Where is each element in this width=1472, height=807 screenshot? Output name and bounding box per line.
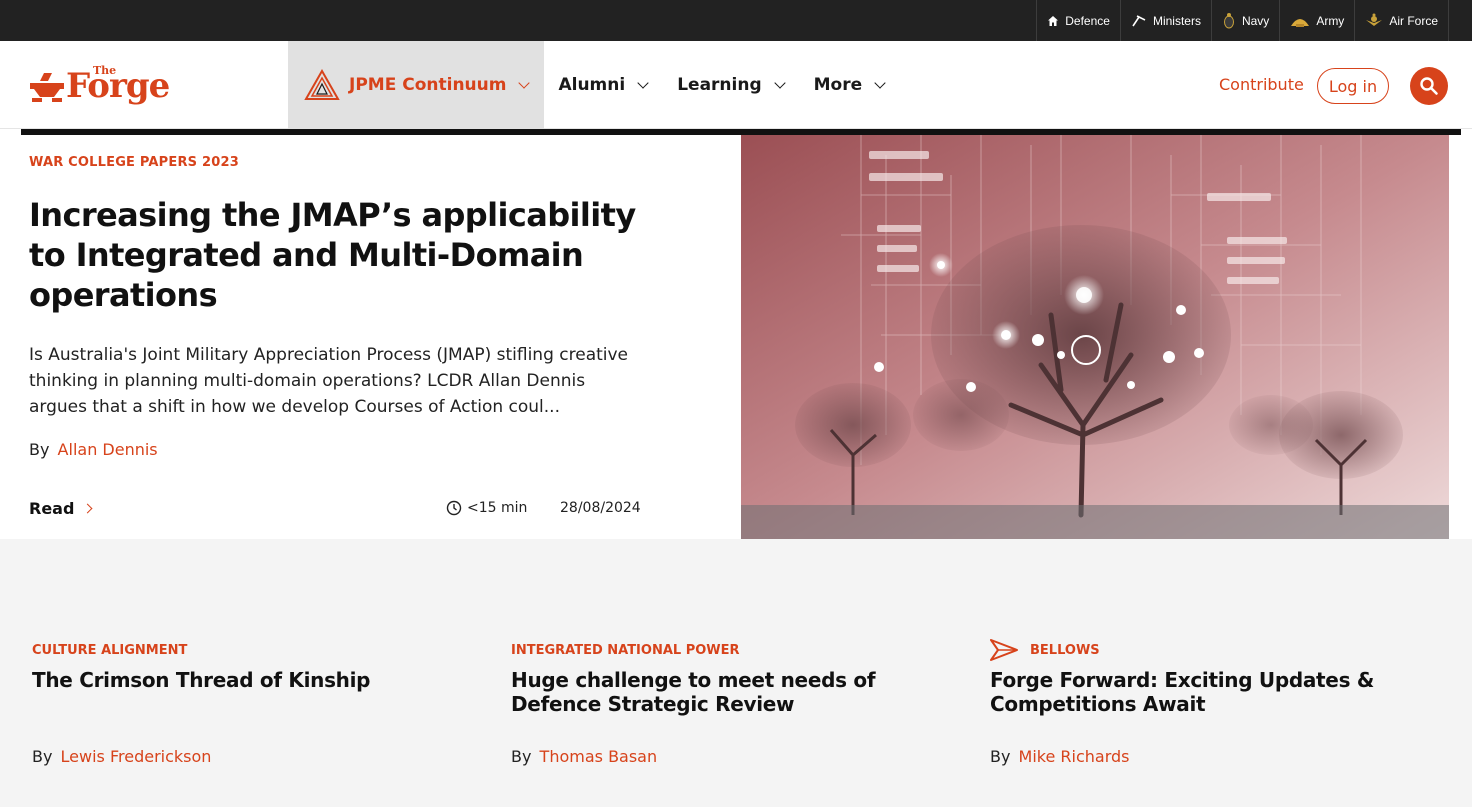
nav-item-jpme-label: JPME Continuum (349, 75, 507, 95)
util-link-army[interactable]: Army (1279, 0, 1354, 41)
utility-links: Defence Ministers Navy Army Air Force (1036, 0, 1449, 41)
util-link-ministers[interactable]: Ministers (1119, 0, 1211, 41)
contribute-link[interactable]: Contribute (1219, 75, 1304, 94)
util-link-army-label: Army (1316, 13, 1345, 28)
card-byline: By Thomas Basan (511, 747, 657, 766)
navy-crest-icon (1223, 12, 1234, 28)
card-byline: By Lewis Frederickson (32, 747, 211, 766)
nav-item-alumni[interactable]: Alumni (544, 41, 663, 129)
feature-author-link[interactable]: Allan Dennis (58, 440, 158, 459)
search-icon (1420, 77, 1438, 95)
chevron-down-icon (874, 77, 886, 89)
card-category[interactable]: CULTURE ALIGNMENT (32, 643, 187, 658)
article-cards-section: CULTURE ALIGNMENT The Crimson Thread of … (0, 539, 1472, 807)
article-card: INTEGRATED NATIONAL POWER Huge challenge… (511, 539, 951, 807)
forge-logo-icon (30, 73, 64, 102)
card-author-link[interactable]: Lewis Frederickson (61, 747, 212, 766)
byline-prefix: By (32, 747, 53, 766)
card-author-link[interactable]: Mike Richards (1019, 747, 1130, 766)
army-badge-icon (1291, 18, 1310, 27)
card-title[interactable]: The Crimson Thread of Kinship (32, 668, 452, 692)
card-title[interactable]: Huge challenge to meet needs of Defence … (511, 668, 931, 716)
nav-item-learning[interactable]: Learning (663, 41, 799, 129)
util-link-navy[interactable]: Navy (1210, 0, 1279, 41)
login-button[interactable]: Log in (1317, 68, 1389, 104)
publish-date: 28/08/2024 (560, 500, 641, 516)
feature-summary: Is Australia's Joint Military Appreciati… (29, 345, 629, 417)
search-button[interactable] (1410, 67, 1448, 105)
util-link-air-force[interactable]: Air Force (1354, 0, 1449, 41)
feature-category[interactable]: WAR COLLEGE PAPERS 2023 (29, 155, 239, 170)
utility-bar: Defence Ministers Navy Army Air Force (0, 0, 1472, 41)
util-link-navy-label: Navy (1241, 13, 1270, 28)
triangle-logo-icon (304, 69, 340, 100)
read-time-value: <15 min (467, 500, 528, 516)
util-link-air-force-label: Air Force (1389, 13, 1438, 28)
the-forge-logo[interactable]: The Forge (30, 64, 180, 110)
article-card: BELLOWS Forge Forward: Exciting Updates … (990, 539, 1430, 807)
clock-icon (446, 500, 462, 516)
card-author-link[interactable]: Thomas Basan (540, 747, 658, 766)
air-force-badge-icon (1366, 13, 1383, 26)
chevron-right-icon (82, 503, 93, 514)
nav-item-more-label: More (813, 75, 863, 95)
home-icon (1048, 15, 1059, 26)
article-card: CULTURE ALIGNMENT The Crimson Thread of … (32, 539, 472, 807)
util-link-defence[interactable]: Defence (1036, 0, 1120, 41)
read-link[interactable]: Read (29, 499, 93, 518)
read-label: Read (29, 499, 75, 518)
ministers-icon (1132, 14, 1146, 26)
nav-item-learning-label: Learning (677, 75, 762, 95)
digital-tree-illustration (741, 135, 1449, 539)
nav-item-jpme-continuum[interactable]: JPME Continuum (288, 41, 545, 129)
feature-image[interactable] (741, 135, 1449, 539)
byline-prefix: By (511, 747, 532, 766)
byline-prefix: By (990, 747, 1011, 766)
nav-item-more[interactable]: More (800, 41, 901, 129)
chevron-down-icon (773, 77, 786, 89)
nav-item-alumni-label: Alumni (558, 75, 626, 95)
util-link-ministers-label: Ministers (1152, 13, 1201, 28)
card-category[interactable]: INTEGRATED NATIONAL POWER (511, 643, 740, 658)
feature-byline: By Allan Dennis (29, 440, 158, 459)
card-category[interactable]: BELLOWS (1030, 643, 1100, 658)
read-time: <15 min (446, 500, 527, 516)
site-header: The Forge JPME Continuum Alumni Learning… (0, 41, 1472, 129)
chevron-down-icon (637, 77, 649, 89)
feature-title[interactable]: Increasing the JMAP’s applicability to I… (29, 195, 649, 315)
logo-forge-text: Forge (66, 66, 170, 106)
util-link-defence-label: Defence (1065, 13, 1110, 28)
byline-prefix: By (29, 440, 50, 459)
main-nav: JPME Continuum Alumni Learning More (288, 41, 900, 129)
card-byline: By Mike Richards (990, 747, 1130, 766)
chevron-down-icon (518, 77, 531, 89)
bellows-icon (990, 639, 1018, 661)
card-title[interactable]: Forge Forward: Exciting Updates & Compet… (990, 668, 1410, 716)
